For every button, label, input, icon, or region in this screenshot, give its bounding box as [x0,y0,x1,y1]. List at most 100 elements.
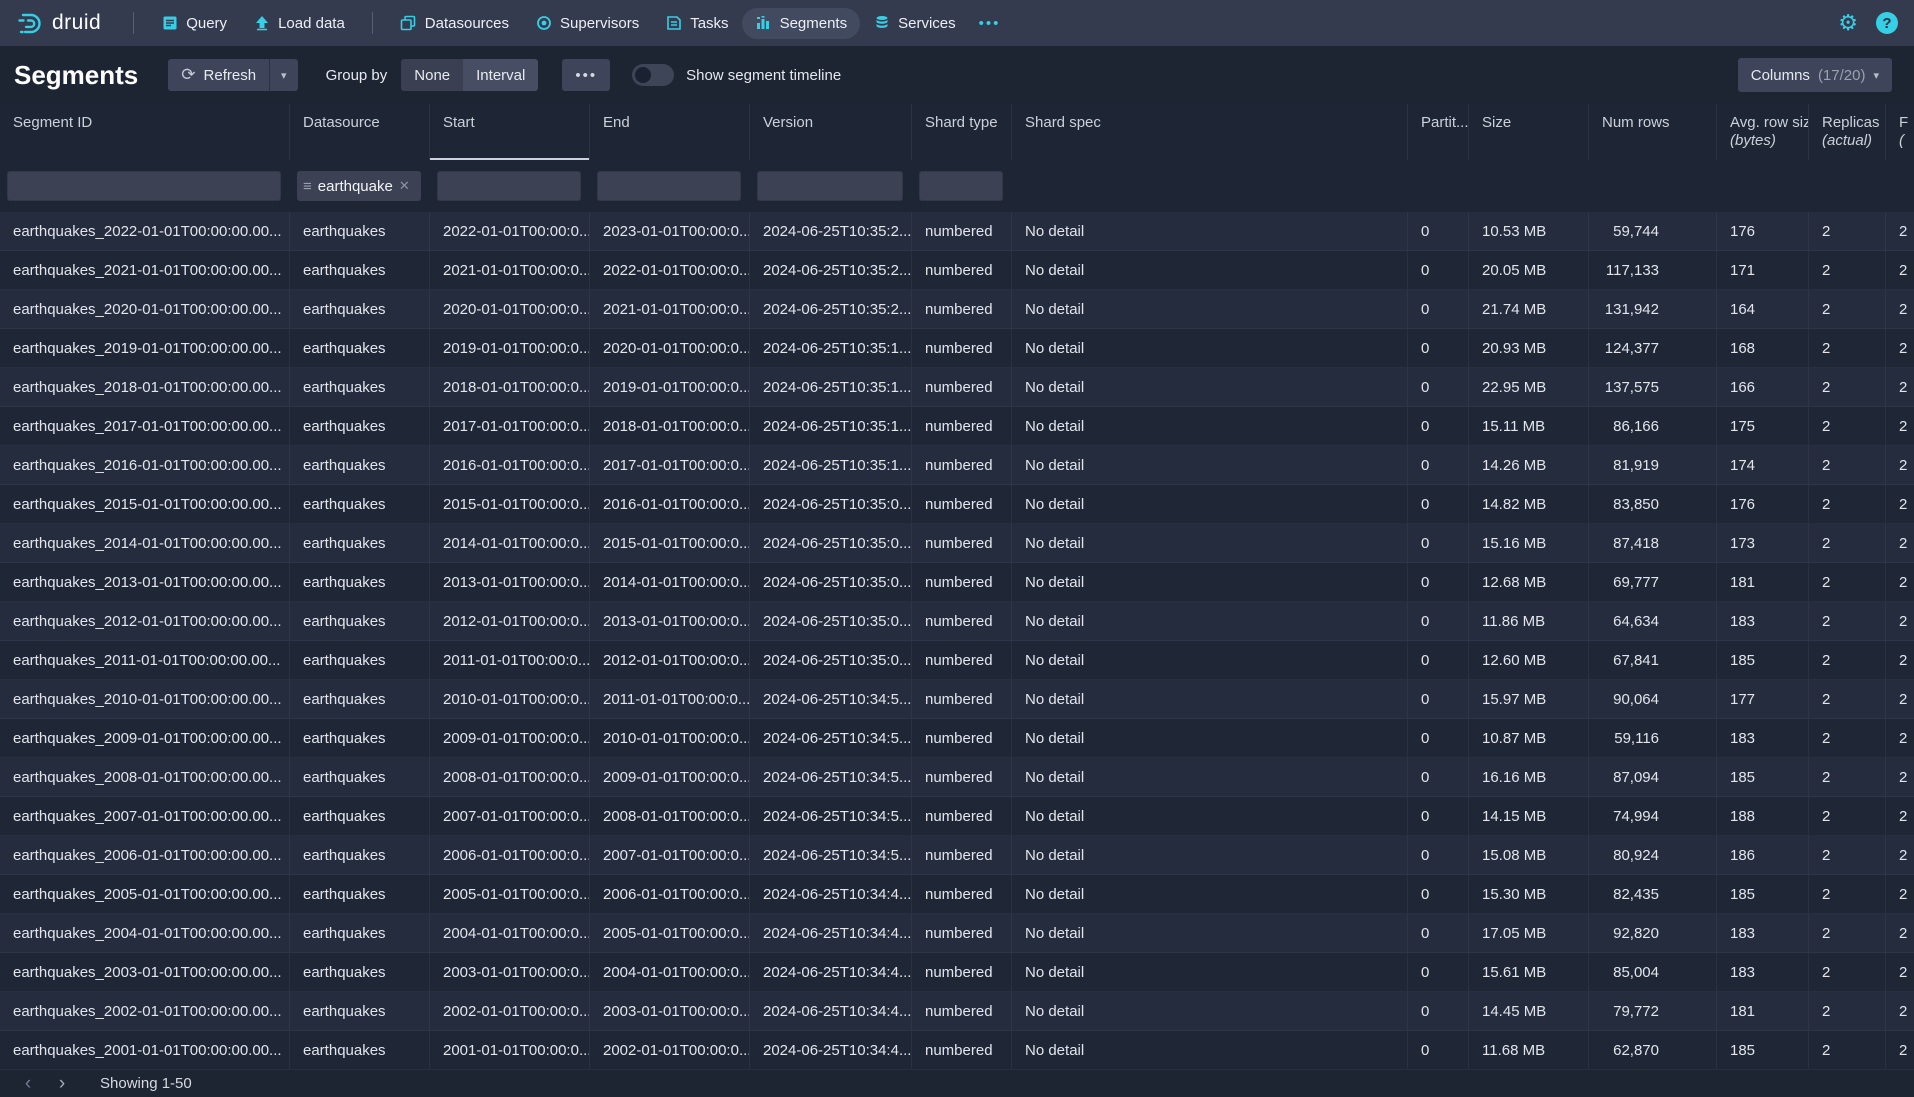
refresh-button[interactable]: ⟳ Refresh [168,59,270,91]
columns-count: (17/20) [1818,67,1866,84]
cell-shard-type: numbered [912,563,1012,601]
cell-size: 20.05 MB [1469,251,1589,289]
cell-start: 2005-01-01T00:00:0... [430,875,590,913]
cell-repl-factor: 2 [1886,251,1914,289]
cell-repl-factor: 2 [1886,602,1914,640]
cell-partition: 0 [1408,680,1469,718]
segments-table-body: earthquakes_2022-01-01T00:00:00.00...ear… [0,212,1914,1070]
cell-num-rows: 79,772 [1589,992,1717,1030]
cell-shard-type: numbered [912,953,1012,991]
cell-replicas: 2 [1809,329,1886,367]
nav-item-datasources[interactable]: Datasources [387,8,522,39]
refresh-interval-dropdown[interactable]: ▾ [270,59,298,91]
cell-datasource: earthquakes [290,485,430,523]
cell-version: 2024-06-25T10:35:1... [750,407,912,445]
nav-item-supervisors[interactable]: Supervisors [522,8,652,39]
cell-avg-row-size: 183 [1717,953,1809,991]
column-header-num-rows[interactable]: Num rows [1589,104,1717,160]
column-header-start[interactable]: Start [430,104,590,160]
column-header-size[interactable]: Size [1469,104,1589,160]
help-icon[interactable]: ? [1876,12,1898,34]
column-header-segment-id[interactable]: Segment ID [0,104,290,160]
start-filter-input[interactable] [437,171,581,201]
nav-item-load-data[interactable]: Load data [240,8,358,39]
cell-num-rows: 85,004 [1589,953,1717,991]
druid-logo[interactable]: druid [16,9,101,37]
cell-size: 15.16 MB [1469,524,1589,562]
table-row: earthquakes_2015-01-01T00:00:00.00...ear… [0,485,1914,524]
nav-item-query[interactable]: Query [148,8,240,39]
cell-num-rows: 92,820 [1589,914,1717,952]
cell-repl-factor: 2 [1886,797,1914,835]
cell-shard-type: numbered [912,446,1012,484]
cell-size: 11.68 MB [1469,1031,1589,1069]
cell-avg-row-size: 188 [1717,797,1809,835]
cell-end: 2017-01-01T00:00:0... [590,446,750,484]
cell-id: earthquakes_2009-01-01T00:00:00.00... [0,719,290,757]
cell-replicas: 2 [1809,563,1886,601]
cell-id: earthquakes_2017-01-01T00:00:00.00... [0,407,290,445]
cell-datasource: earthquakes [290,368,430,406]
cell-partition: 0 [1408,797,1469,835]
cell-start: 2009-01-01T00:00:0... [430,719,590,757]
cell-version: 2024-06-25T10:34:5... [750,719,912,757]
group-by-interval-button[interactable]: Interval [463,59,538,91]
column-header-replication-factor-clipped[interactable]: F( [1886,104,1914,160]
datasource-filter-input[interactable]: ≡ earthquake ✕ [297,171,421,201]
more-actions-button[interactable]: ••• [562,59,610,91]
cell-shard-spec: No detail [1012,212,1408,250]
previous-page-button[interactable]: ‹ [14,1072,42,1096]
columns-selector-button[interactable]: Columns (17/20) ▾ [1738,58,1892,92]
segment-id-filter-input[interactable] [7,171,281,201]
cell-end: 2002-01-01T00:00:0... [590,1031,750,1069]
cell-num-rows: 69,777 [1589,563,1717,601]
column-header-shard-spec[interactable]: Shard spec [1012,104,1408,160]
table-row: earthquakes_2006-01-01T00:00:00.00...ear… [0,836,1914,875]
column-header-version[interactable]: Version [750,104,912,160]
cell-datasource: earthquakes [290,212,430,250]
cell-id: earthquakes_2003-01-01T00:00:00.00... [0,953,290,991]
cell-end: 2018-01-01T00:00:0... [590,407,750,445]
cell-shard-spec: No detail [1012,602,1408,640]
cell-version: 2024-06-25T10:34:5... [750,680,912,718]
settings-gear-icon[interactable]: ⚙ [1838,12,1858,34]
version-filter-input[interactable] [757,171,903,201]
cell-datasource: earthquakes [290,524,430,562]
cell-shard-type: numbered [912,797,1012,835]
nav-item-tasks[interactable]: Tasks [652,8,741,39]
cell-replicas: 2 [1809,602,1886,640]
nav-item-segments[interactable]: Segments [742,8,861,39]
column-header-avg-row-size[interactable]: Avg. row size(bytes) [1717,104,1809,160]
column-header-partition[interactable]: Partit... [1408,104,1469,160]
cell-shard-spec: No detail [1012,290,1408,328]
cell-shard-spec: No detail [1012,914,1408,952]
table-row: earthquakes_2018-01-01T00:00:00.00...ear… [0,368,1914,407]
cell-end: 2014-01-01T00:00:0... [590,563,750,601]
cell-shard-spec: No detail [1012,368,1408,406]
show-segment-timeline-toggle[interactable] [632,64,674,86]
cell-id: earthquakes_2002-01-01T00:00:00.00... [0,992,290,1030]
end-filter-input[interactable] [597,171,741,201]
cell-partition: 0 [1408,407,1469,445]
column-header-end[interactable]: End [590,104,750,160]
clear-filter-icon[interactable]: ✕ [399,178,410,194]
shard-type-filter-input[interactable] [919,171,1003,201]
column-header-datasource[interactable]: Datasource [290,104,430,160]
next-page-button[interactable]: › [48,1072,76,1096]
cell-avg-row-size: 183 [1717,602,1809,640]
nav-overflow-button[interactable]: ••• [969,9,1011,38]
cell-end: 2022-01-01T00:00:0... [590,251,750,289]
cell-version: 2024-06-25T10:35:0... [750,563,912,601]
cell-datasource: earthquakes [290,290,430,328]
supervisors-icon [535,15,552,32]
nav-item-services[interactable]: Services [860,8,969,39]
cell-end: 2012-01-01T00:00:0... [590,641,750,679]
group-by-none-button[interactable]: None [401,59,463,91]
cell-start: 2008-01-01T00:00:0... [430,758,590,796]
datasource-filter-value: earthquake [318,178,393,195]
cell-num-rows: 83,850 [1589,485,1717,523]
cell-id: earthquakes_2022-01-01T00:00:00.00... [0,212,290,250]
column-header-shard-type[interactable]: Shard type [912,104,1012,160]
column-header-replicas[interactable]: Replicas(actual) [1809,104,1886,160]
cell-datasource: earthquakes [290,251,430,289]
